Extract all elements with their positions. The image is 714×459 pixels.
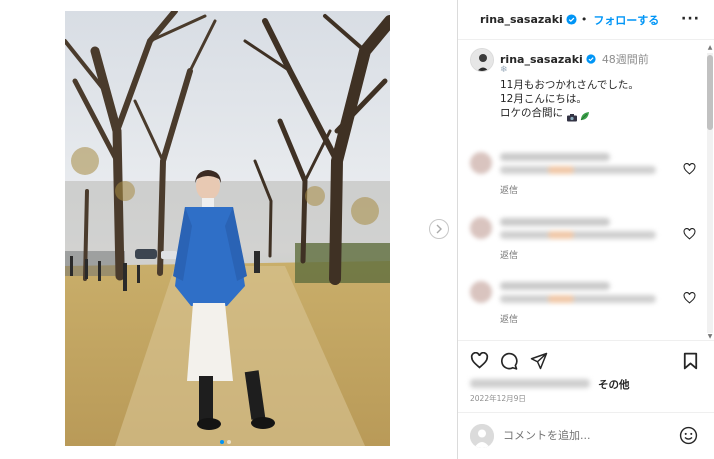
paper-plane-icon [530, 352, 548, 374]
heart-icon[interactable] [683, 289, 696, 308]
comment-author-blurred [500, 153, 610, 161]
comment-text-blurred [500, 166, 656, 174]
heart-icon [470, 351, 489, 373]
caption-username[interactable]: rina_sasazaki [500, 53, 583, 66]
verified-badge-icon [566, 14, 577, 25]
comment-text-blurred [500, 231, 656, 239]
post-header: rina_sasazaki • フォローする ··· [458, 0, 714, 40]
reply-button[interactable]: 返信 [500, 248, 518, 261]
comment-author-blurred [500, 218, 610, 226]
comment-avatar[interactable] [470, 281, 492, 303]
carousel-dots [220, 440, 231, 444]
verified-badge-icon [586, 54, 596, 64]
carousel-dot [227, 440, 231, 444]
heart-icon[interactable] [683, 225, 696, 244]
header-separator: • [580, 13, 588, 26]
comment-text-blurred [500, 295, 656, 303]
reply-button[interactable]: 返信 [500, 312, 518, 325]
caption-timestamp: 48週間前 [601, 53, 649, 66]
side-panel: rina_sasazaki • フォローする ··· rina_sasazaki… [458, 0, 714, 459]
header-username[interactable]: rina_sasazaki [480, 13, 563, 26]
post-photo[interactable] [65, 11, 390, 446]
action-bar [458, 340, 714, 382]
snowflake-icon: ❄ [500, 65, 508, 75]
follow-button[interactable]: フォローする [593, 12, 659, 28]
share-button[interactable] [530, 352, 548, 374]
media-pane [0, 0, 458, 459]
smiley-icon[interactable] [679, 426, 698, 449]
camera-emoji-icon [567, 107, 577, 126]
likes-names-blurred [470, 379, 590, 388]
post-date: 2022年12月9日 [470, 394, 526, 403]
more-options-button[interactable]: ··· [681, 11, 700, 27]
heart-icon[interactable] [683, 160, 696, 179]
save-button[interactable] [683, 352, 698, 374]
comment-avatar[interactable] [470, 152, 492, 174]
comment-author-blurred [500, 282, 610, 290]
next-photo-button[interactable] [429, 219, 449, 239]
comments-scrollbar[interactable]: ▲ ▼ [705, 45, 713, 340]
add-comment-bar: コメントを追加... [458, 412, 714, 459]
likes-summary: その他 [470, 377, 700, 391]
comment-item: 返信 [470, 217, 696, 267]
caption-avatar[interactable] [470, 48, 494, 72]
comment-button[interactable] [500, 352, 518, 374]
like-button[interactable] [470, 351, 489, 373]
comment-item: 返信 [470, 152, 696, 202]
chevron-right-icon [435, 224, 443, 234]
reply-button[interactable]: 返信 [500, 183, 518, 196]
comment-input[interactable]: コメントを追加... [503, 427, 591, 443]
carousel-dot-active [220, 440, 224, 444]
scroll-up-icon[interactable]: ▲ [706, 45, 714, 51]
current-user-avatar [470, 424, 494, 448]
scroll-thumb[interactable] [707, 55, 713, 130]
likes-others-link[interactable]: その他 [598, 377, 630, 392]
comment-item: 返信 [470, 281, 696, 331]
comment-icon [500, 352, 518, 374]
caption-header: rina_sasazaki 48週間前 [500, 51, 649, 67]
bookmark-icon [683, 352, 698, 374]
leaf-emoji-icon [580, 106, 590, 125]
comment-avatar[interactable] [470, 217, 492, 239]
